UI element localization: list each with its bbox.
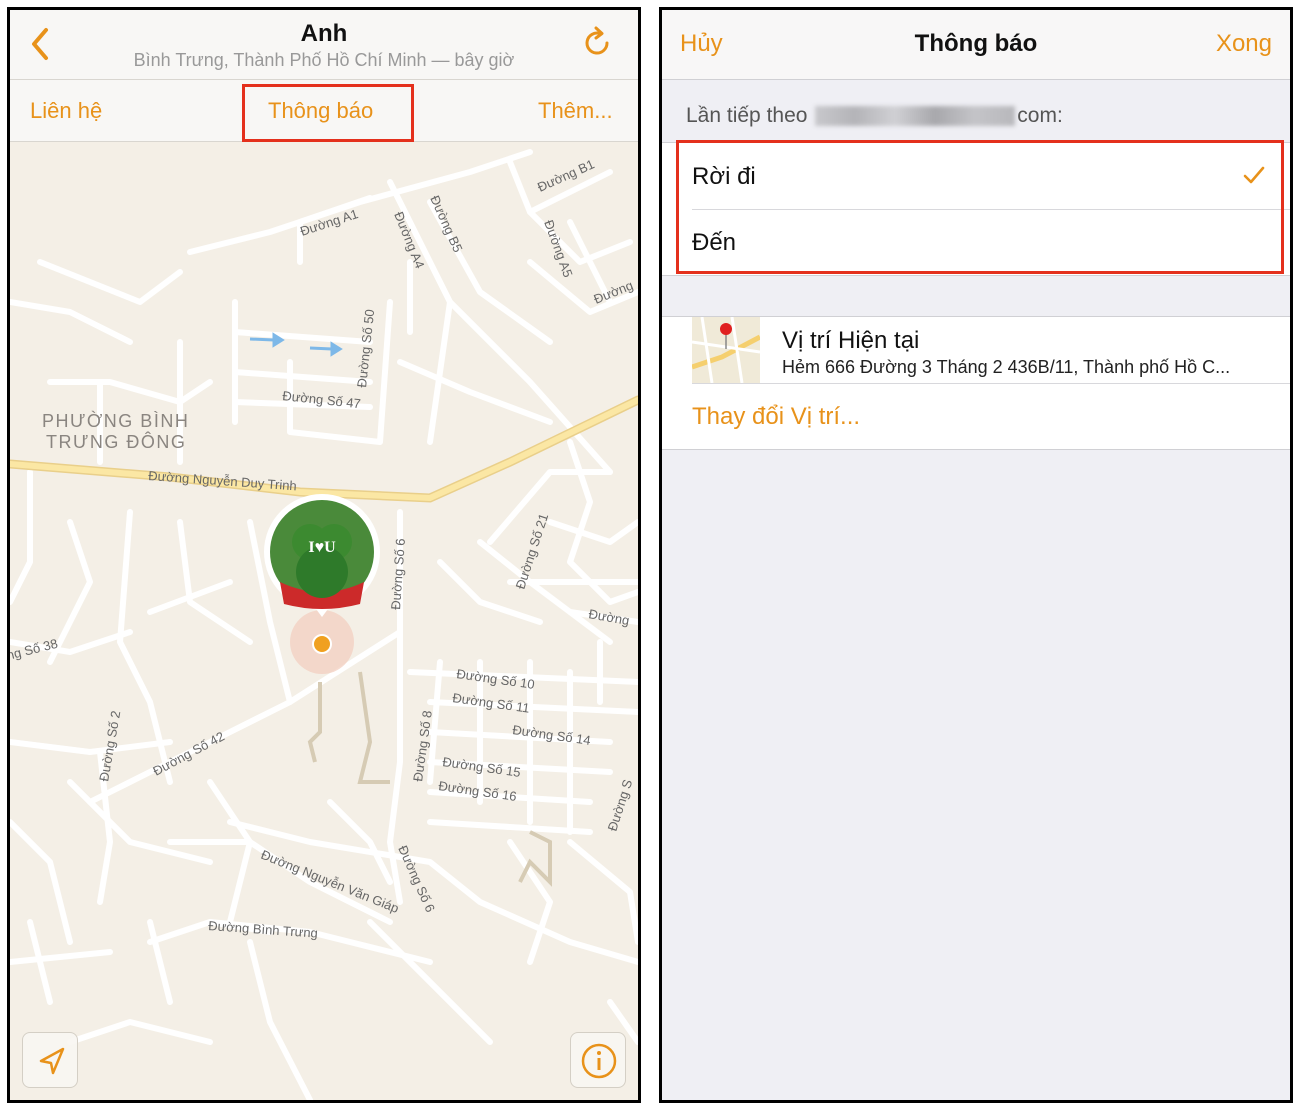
- section-suffix: com:: [1017, 104, 1063, 127]
- district-label: TRƯNG ĐÔNG: [46, 431, 186, 452]
- tab-more[interactable]: Thêm...: [538, 98, 613, 124]
- change-location-button[interactable]: Thay đổi Vị trí...: [692, 403, 860, 431]
- current-location-button[interactable]: [22, 1032, 78, 1088]
- location-map-thumbnail: [692, 317, 760, 383]
- location-section: Vị trí Hiện tại Hẻm 666 Đường 3 Tháng 2 …: [662, 316, 1290, 450]
- divider: [692, 383, 1290, 384]
- refresh-icon[interactable]: [580, 26, 614, 60]
- location-address: Hẻm 666 Đường 3 Tháng 2 436B/11, Thành p…: [782, 357, 1231, 377]
- find-friends-panel: Anh Bình Trưng, Thành Phố Hồ Chí Minh — …: [7, 7, 641, 1103]
- info-button[interactable]: [570, 1032, 626, 1088]
- tab-contact[interactable]: Liên hệ: [30, 98, 102, 124]
- section-prefix: Lần tiếp theo: [686, 104, 808, 127]
- avatar-heart-text: I♥U: [308, 539, 336, 556]
- done-button[interactable]: Xong: [1216, 30, 1272, 58]
- friend-action-tabs: Liên hệ Thông báo Thêm...: [10, 80, 638, 142]
- blurred-email: [815, 106, 1016, 127]
- location-arrow-icon: [39, 1047, 65, 1075]
- info-icon: [581, 1043, 617, 1079]
- notifications-highlight-box: [242, 84, 414, 142]
- friend-name: Anh: [300, 20, 348, 47]
- friend-header: Anh Bình Trưng, Thành Phố Hồ Chí Minh — …: [10, 10, 638, 80]
- district-label: PHƯỜNG BÌNH: [42, 410, 189, 431]
- friend-location-subtitle: Bình Trưng, Thành Phố Hồ Chí Minh — bây …: [133, 50, 515, 70]
- page-title: Thông báo: [914, 30, 1038, 57]
- location-title: Vị trí Hiện tại: [782, 327, 920, 354]
- section-header: Lần tiếp theo com:: [686, 104, 1063, 128]
- notification-nav-bar: Hủy Thông báo Xong: [662, 10, 1290, 80]
- notification-settings-panel: Hủy Thông báo Xong Lần tiếp theo com: Rờ…: [659, 7, 1293, 1103]
- map-view[interactable]: I♥U PHƯỜNG BÌNH TRƯNG ĐÔNG Đường Nguyễn …: [10, 142, 638, 1100]
- options-highlight-box: [676, 140, 1284, 274]
